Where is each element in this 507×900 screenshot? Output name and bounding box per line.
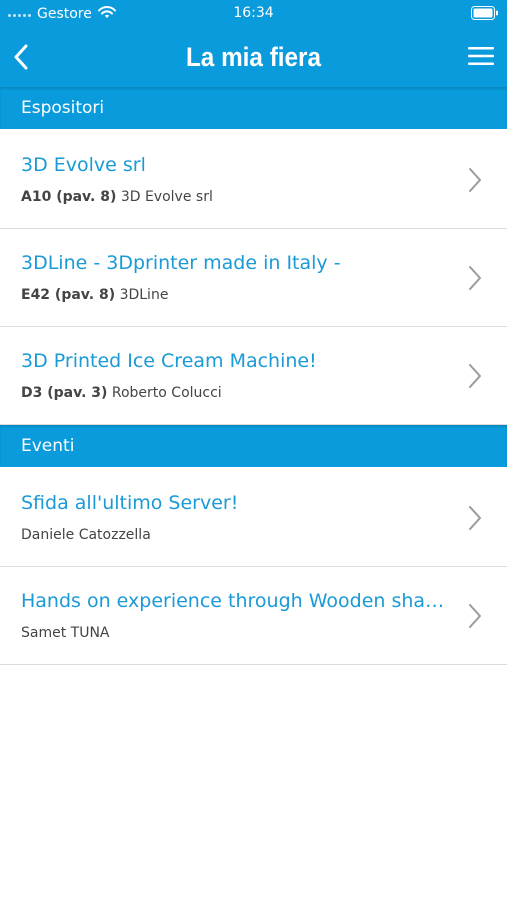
item-title: Hands on experience through Wooden shap… (21, 590, 451, 612)
item-title: Sfida all'ultimo Server! (21, 492, 239, 514)
item-title: 3D Printed Ice Cream Machine! (21, 350, 317, 372)
list-item[interactable]: 3D Evolve srl A10 (pav. 8) 3D Evolve srl (0, 131, 507, 229)
list-item[interactable]: Hands on experience through Wooden shap…… (0, 567, 507, 665)
section-header-exhibitors: Espositori (0, 87, 507, 129)
item-subtitle: D3 (pav. 3) Roberto Colucci (21, 385, 222, 401)
chevron-right-icon (469, 506, 481, 530)
status-bar: Gestore 16:34 (0, 0, 507, 27)
stand-label: E42 (pav. 8) (21, 287, 116, 303)
stand-label: A10 (pav. 8) (21, 189, 117, 205)
stand-label: D3 (pav. 3) (21, 385, 108, 401)
clock: 16:34 (233, 5, 274, 21)
section-title: Eventi (21, 436, 75, 456)
list-item[interactable]: Sfida all'ultimo Server! Daniele Catozze… (0, 469, 507, 567)
item-subtitle: E42 (pav. 8) 3DLine (21, 287, 168, 303)
chevron-right-icon (469, 168, 481, 192)
navigation-bar: La mia fiera (0, 27, 507, 87)
section-title: Espositori (21, 98, 105, 118)
battery-icon (471, 6, 499, 24)
hamburger-menu-icon (468, 47, 494, 65)
company-label: 3D Evolve srl (120, 189, 213, 205)
item-subtitle: A10 (pav. 8) 3D Evolve srl (21, 189, 213, 205)
item-subtitle: Samet TUNA (21, 625, 110, 641)
chevron-right-icon (469, 364, 481, 388)
item-title: 3D Evolve srl (21, 154, 146, 176)
page-title: La mia fiera (185, 42, 322, 72)
list-item[interactable]: 3D Printed Ice Cream Machine! D3 (pav. 3… (0, 327, 507, 425)
item-subtitle: Daniele Catozzella (21, 527, 151, 543)
chevron-right-icon (469, 266, 481, 290)
section-header-events: Eventi (0, 425, 507, 467)
company-label: 3DLine (119, 287, 169, 303)
item-title: 3DLine - 3Dprinter made in Italy - (21, 252, 341, 274)
app-header: Gestore 16:34 La mia fiera (0, 0, 507, 87)
menu-button[interactable] (465, 41, 497, 71)
company-label: Roberto Colucci (111, 385, 222, 401)
chevron-right-icon (469, 604, 481, 628)
list-item[interactable]: 3DLine - 3Dprinter made in Italy - E42 (… (0, 229, 507, 327)
